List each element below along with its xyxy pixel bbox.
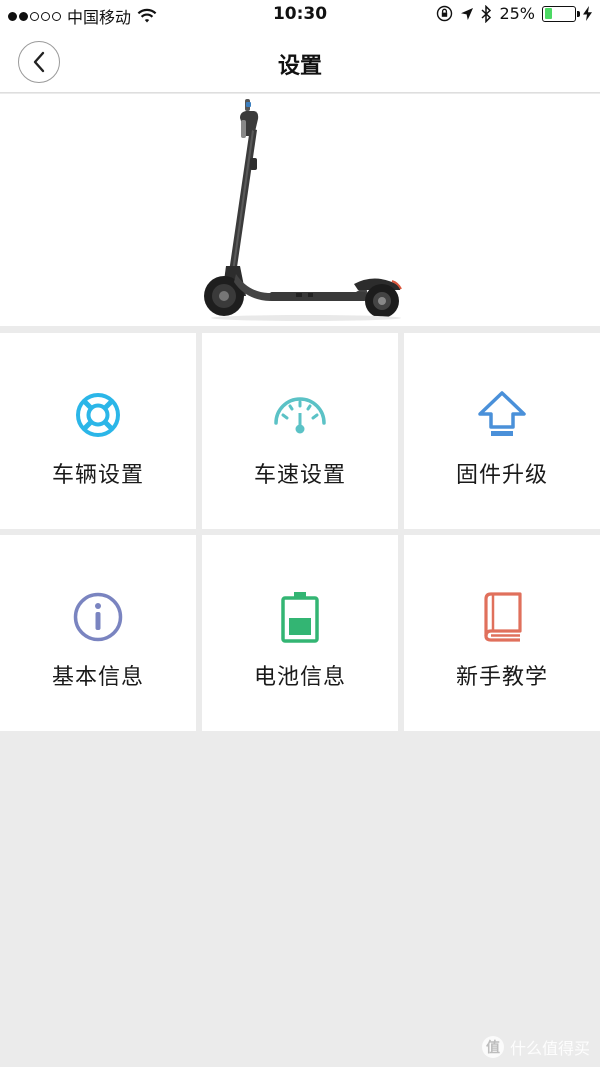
- status-bar: 中国移动 10:30 25%: [0, 0, 600, 32]
- watermark-logo: 值: [481, 1036, 504, 1058]
- settings-menu-grid: 车辆设置 车速设置 固件升级 基本信息 电池信息 新手教学: [0, 333, 600, 731]
- menu-tile-firmware-upgrade[interactable]: 固件升级: [404, 333, 600, 529]
- menu-label: 固件升级: [455, 463, 548, 488]
- page-title: 设置: [277, 54, 322, 79]
- menu-tile-tutorial[interactable]: 新手教学: [404, 535, 600, 731]
- speedometer-icon: [272, 387, 328, 443]
- bluetooth-icon: [481, 4, 492, 23]
- info-icon: [70, 589, 126, 645]
- menu-tile-battery-info[interactable]: 电池信息: [202, 535, 398, 731]
- scooter-image-panel: [0, 94, 600, 326]
- menu-label: 车辆设置: [51, 463, 144, 488]
- rotation-lock-icon: [437, 5, 453, 22]
- location-arrow-icon: [461, 7, 474, 20]
- menu-label: 新手教学: [455, 665, 548, 690]
- battery-fill: [544, 8, 552, 19]
- site-watermark: 值 什么值得买: [481, 1035, 590, 1059]
- book-icon: [474, 589, 530, 645]
- menu-tile-basic-info[interactable]: 基本信息: [0, 535, 196, 731]
- watermark-text: 什么值得买: [509, 1039, 590, 1058]
- status-bar-right: 25%: [436, 4, 592, 23]
- charging-bolt-icon: [583, 6, 592, 21]
- menu-label: 车速设置: [253, 463, 346, 488]
- menu-tile-vehicle-settings[interactable]: 车辆设置: [0, 333, 196, 529]
- menu-label: 电池信息: [253, 665, 346, 690]
- menu-tile-speed-settings[interactable]: 车速设置: [202, 333, 398, 529]
- lifebuoy-icon: [70, 387, 126, 443]
- battery-indicator-icon: [542, 5, 580, 22]
- menu-label: 基本信息: [51, 665, 144, 690]
- scooter-image: [204, 99, 402, 321]
- navigation-bar: 设置: [0, 32, 600, 93]
- arrow-up-icon: [474, 387, 530, 443]
- battery-icon: [272, 589, 328, 645]
- battery-percent: 25%: [499, 4, 535, 23]
